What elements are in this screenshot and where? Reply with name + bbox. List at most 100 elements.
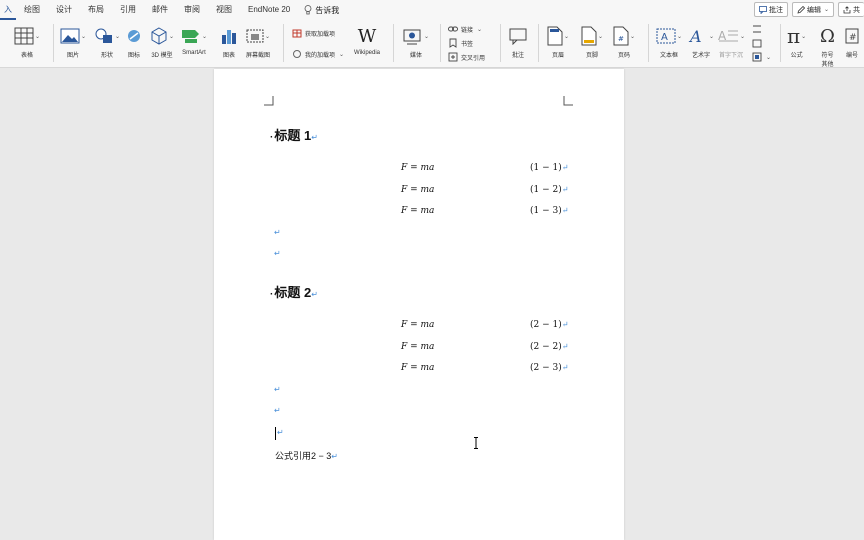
get-addins-label: 获取加载项 bbox=[305, 31, 336, 38]
tab-view[interactable]: 视图 bbox=[208, 0, 240, 20]
svg-text:A: A bbox=[688, 27, 702, 45]
equation-reference[interactable]: 公式引用2 − 3↵ bbox=[275, 449, 338, 462]
equation[interactable]: F = ma bbox=[401, 185, 434, 195]
share-icon bbox=[843, 5, 851, 13]
edit-mode-button[interactable]: 编辑 ⌄ bbox=[791, 2, 834, 17]
heading-bullet: · bbox=[270, 289, 274, 300]
header-icon bbox=[547, 26, 563, 46]
equation-label: 公式 bbox=[790, 53, 803, 59]
ribbon-insert: ⌄ 表格 ⌄ 图片 ⌄ 形状 图标 ⌄ 3D 模型 ⌄ SmartArt 图表 … bbox=[0, 20, 864, 68]
document-page[interactable]: · 标题 1 ↵ F = ma (1 − 1)↵ F = ma (1 − 2)↵… bbox=[214, 69, 624, 540]
insert-comment-label: 批注 bbox=[511, 53, 524, 59]
addins-icon bbox=[293, 50, 301, 58]
picture-label: 图片 bbox=[67, 53, 80, 59]
share-button-label: 共 bbox=[853, 6, 860, 14]
text-box-button[interactable]: A ⌄ 文本框 bbox=[656, 24, 682, 59]
signature-icon bbox=[753, 25, 761, 33]
shapes-button[interactable]: ⌄ 形状 bbox=[94, 24, 120, 59]
equation[interactable]: F = ma bbox=[401, 363, 434, 373]
wordart-button[interactable]: A ⌄ 艺术字 bbox=[688, 24, 714, 59]
comment-icon bbox=[759, 5, 767, 14]
picture-button[interactable]: ⌄ 图片 bbox=[60, 24, 86, 59]
table-button[interactable]: ⌄ 表格 bbox=[14, 24, 40, 59]
text-box-icon: A bbox=[656, 28, 676, 44]
screenshot-label: 屏幕截图 bbox=[246, 53, 271, 59]
cube-icon bbox=[151, 27, 167, 45]
dropcap-label: 首字下沉 bbox=[719, 53, 744, 59]
screenshot-button[interactable]: ⌄ 屏幕截图 bbox=[246, 24, 270, 59]
svg-text:#: # bbox=[618, 35, 624, 43]
ribbon-separator bbox=[648, 24, 649, 62]
tab-design[interactable]: 设计 bbox=[48, 0, 80, 20]
equation[interactable]: F = ma bbox=[401, 163, 434, 173]
equation-button[interactable]: π ⌄ 公式 bbox=[787, 24, 806, 59]
tab-layout[interactable]: 布局 bbox=[80, 0, 112, 20]
tab-endnote[interactable]: EndNote 20 bbox=[240, 0, 298, 20]
date-time-button[interactable] bbox=[752, 38, 762, 48]
tab-draw[interactable]: 绘图 bbox=[16, 0, 48, 20]
equation[interactable]: F = ma bbox=[401, 206, 434, 216]
bookmark-label: 书签 bbox=[461, 41, 474, 48]
tab-references[interactable]: 引用 bbox=[112, 0, 144, 20]
empty-paragraph[interactable]: ↵ bbox=[274, 249, 281, 258]
header-button[interactable]: ⌄ 页眉 bbox=[547, 24, 569, 59]
page-number-button[interactable]: # ⌄ 页码 bbox=[613, 24, 635, 59]
chart-button[interactable]: 图表 bbox=[220, 24, 238, 59]
insert-comment-button[interactable]: 批注 bbox=[509, 24, 527, 59]
video-icon bbox=[403, 29, 421, 45]
icons-button[interactable]: 图标 bbox=[125, 24, 143, 59]
empty-paragraph[interactable]: ↵ bbox=[274, 228, 281, 237]
heading-1[interactable]: · 标题 1 ↵ bbox=[270, 125, 318, 144]
smartart-icon bbox=[182, 30, 199, 43]
equation-number: (2 − 2)↵ bbox=[530, 342, 569, 352]
tab-review[interactable]: 审阅 bbox=[176, 0, 208, 20]
equation-number: (2 − 1)↵ bbox=[530, 320, 569, 330]
bookmark-button[interactable]: 书签 bbox=[448, 38, 473, 48]
symbol-button[interactable]: Ω 符号 其他 bbox=[820, 24, 835, 69]
empty-paragraph[interactable]: ↵ bbox=[274, 406, 281, 415]
text-cursor bbox=[275, 427, 276, 440]
chart-label: 图表 bbox=[222, 53, 235, 59]
empty-paragraph[interactable]: ↵ bbox=[277, 428, 284, 437]
wikipedia-button[interactable]: W Wikipedia bbox=[354, 24, 381, 57]
equation[interactable]: F = ma bbox=[401, 342, 434, 352]
share-button[interactable]: 共 bbox=[838, 2, 864, 17]
numbering-button[interactable]: # 编号 bbox=[845, 24, 859, 59]
smartart-label: SmartArt bbox=[182, 50, 206, 56]
symbol-label: 符号 其他 bbox=[821, 53, 834, 68]
page-number-icon: # bbox=[613, 26, 629, 46]
equation-reference-text: 公式引用2 − 3 bbox=[275, 451, 332, 461]
empty-paragraph[interactable]: ↵ bbox=[274, 385, 281, 394]
heading-2[interactable]: · 标题 2 ↵ bbox=[270, 282, 318, 301]
my-addins-button[interactable]: 我的加载项 ⌄ bbox=[292, 49, 344, 59]
paragraph-mark: ↵ bbox=[311, 290, 318, 299]
cross-reference-button[interactable]: 交叉引用 bbox=[448, 52, 485, 62]
online-video-button[interactable]: ⌄ 媒体 bbox=[403, 24, 429, 59]
footer-button[interactable]: ⌄ 页脚 bbox=[581, 24, 603, 59]
smartart-button[interactable]: ⌄ SmartArt bbox=[181, 24, 207, 56]
wikipedia-label: Wikipedia bbox=[354, 50, 381, 56]
store-icon bbox=[292, 29, 302, 38]
wikipedia-icon: W bbox=[357, 25, 377, 47]
link-button[interactable]: 链接 ⌄ bbox=[448, 24, 482, 34]
object-button[interactable]: ⌄ bbox=[752, 52, 771, 62]
heading-bullet: · bbox=[270, 132, 274, 143]
tell-me-search[interactable]: 告诉我 bbox=[298, 5, 345, 16]
cross-reference-icon bbox=[448, 52, 458, 62]
equation[interactable]: F = ma bbox=[401, 320, 434, 330]
shapes-icon bbox=[95, 28, 112, 43]
tab-insert[interactable]: 入 bbox=[0, 0, 16, 20]
margin-corner-top-left bbox=[264, 96, 274, 106]
calendar-icon bbox=[752, 39, 762, 48]
signature-line-button[interactable] bbox=[752, 24, 762, 34]
ribbon-separator bbox=[393, 24, 394, 62]
wordart-icon: A bbox=[688, 27, 702, 45]
comment-button[interactable]: 批注 bbox=[753, 2, 788, 17]
dropcap-button[interactable]: A ⌄ 首字下沉 bbox=[717, 24, 745, 59]
paragraph-mark: ↵ bbox=[331, 452, 338, 461]
get-addins-button[interactable]: 获取加载项 bbox=[292, 28, 335, 38]
tab-mailings[interactable]: 邮件 bbox=[144, 0, 176, 20]
3d-models-button[interactable]: ⌄ 3D 模型 bbox=[150, 24, 174, 59]
online-video-label: 媒体 bbox=[410, 53, 423, 59]
comment-icon bbox=[509, 28, 527, 45]
